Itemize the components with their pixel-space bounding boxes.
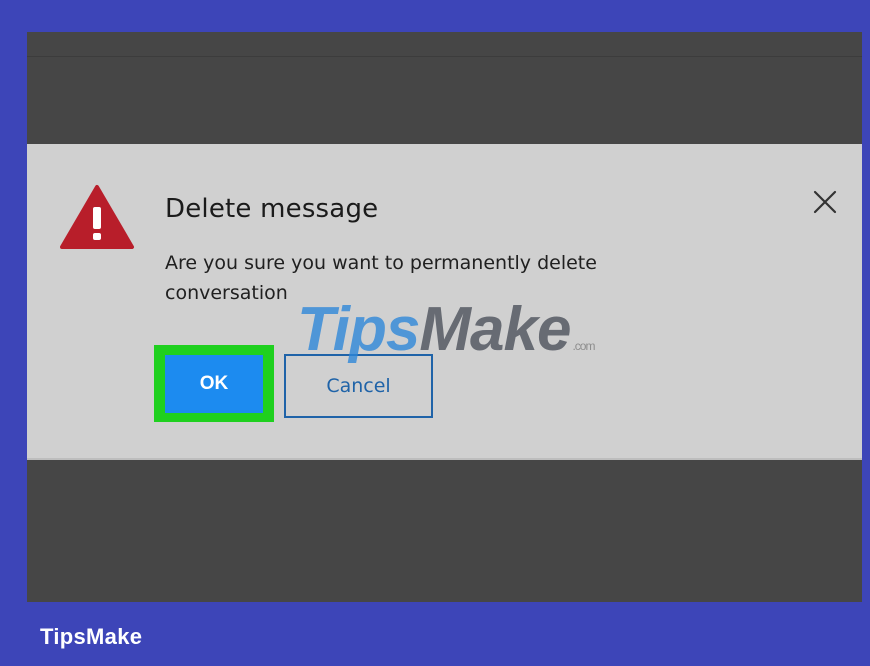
brand-label: TipsMake [40, 624, 143, 649]
close-icon[interactable] [811, 188, 839, 216]
dialog-title: Delete message [165, 194, 379, 224]
dialog-divider [27, 458, 862, 460]
watermark-domain: .com [572, 339, 595, 353]
app-window: Delete message Are you sure you want to … [27, 32, 862, 602]
delete-message-dialog: Delete message Are you sure you want to … [27, 144, 862, 458]
cancel-button[interactable]: Cancel [284, 354, 433, 418]
ok-button[interactable]: OK [165, 355, 263, 413]
dialog-message: Are you sure you want to permanently del… [165, 252, 597, 304]
warning-triangle-icon [60, 185, 134, 249]
toolbar-divider [27, 56, 862, 57]
tutorial-frame: Delete message Are you sure you want to … [0, 0, 870, 666]
